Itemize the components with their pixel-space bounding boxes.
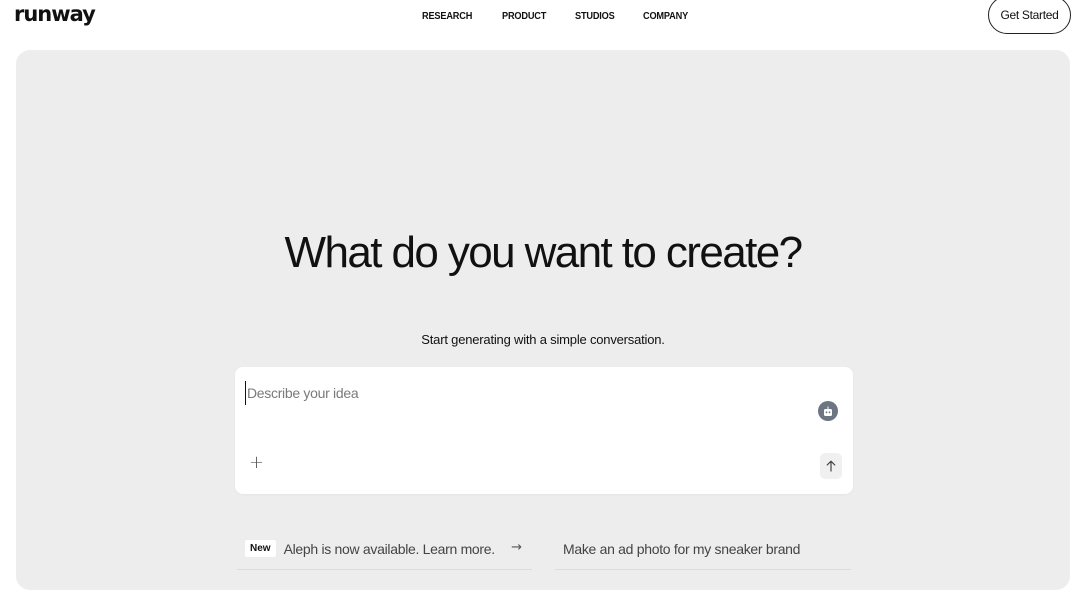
nav-item-company[interactable]: COMPANY	[643, 11, 688, 22]
runway-logo[interactable]: runway	[14, 2, 96, 26]
hero-section: What do you want to create? Start genera…	[16, 50, 1070, 590]
arrow-up-icon[interactable]	[820, 453, 842, 479]
plus-icon[interactable]: +	[249, 454, 264, 472]
prompt-card: +	[235, 367, 853, 494]
nav-item-product[interactable]: PRODUCT	[502, 11, 546, 22]
new-badge: New	[245, 540, 276, 557]
robot-icon[interactable]	[818, 401, 838, 421]
nav-item-research[interactable]: RESEARCH	[422, 11, 472, 22]
nav-item-studios[interactable]: STUDIOS	[575, 11, 615, 22]
suggestion-text: Make an ad photo for my sneaker brand	[563, 540, 801, 557]
hero-subheadline: Start generating with a simple conversat…	[421, 332, 665, 347]
prompt-input[interactable]	[245, 381, 805, 405]
suggestion-text: Aleph is now available. Learn more.	[283, 540, 496, 557]
get-started-button[interactable]: Get Started	[988, 0, 1071, 34]
arrow-right-icon: →	[511, 540, 522, 555]
hero-headline: What do you want to create?	[284, 228, 804, 277]
top-navigation: runway RESEARCH PRODUCT STUDIOS COMPANY …	[0, 0, 1080, 44]
suggestion-aleph[interactable]: New Aleph is now available. Learn more. …	[237, 528, 532, 570]
suggestion-sneaker-ad[interactable]: Make an ad photo for my sneaker brand	[555, 528, 851, 570]
main-nav: RESEARCH PRODUCT STUDIOS COMPANY	[422, 11, 717, 22]
